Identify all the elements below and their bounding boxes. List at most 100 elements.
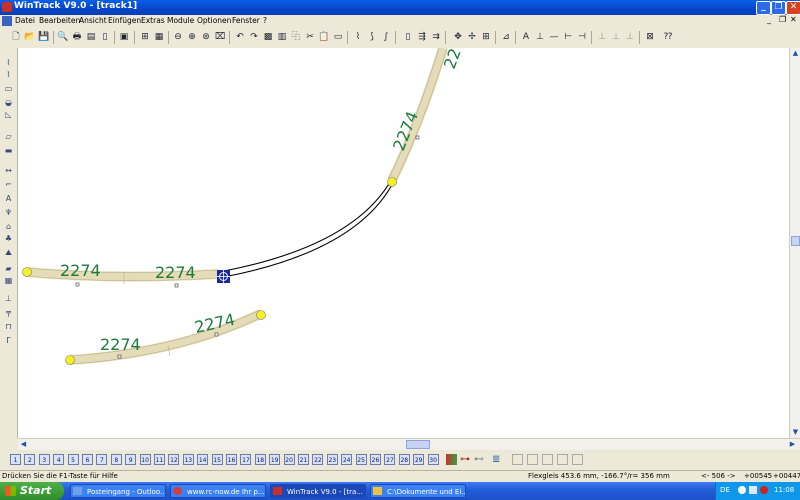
menu-einfuegen[interactable]: Einfügen [108,16,141,25]
module-button-16[interactable]: 16 [226,454,237,465]
module-button-11[interactable]: 11 [154,454,165,465]
vertical-scroll-thumb[interactable] [791,236,800,246]
scroll-down-arrow-icon[interactable]: ▼ [791,428,800,437]
curve-track-icon[interactable]: ⟆ [366,31,378,43]
open-folder-icon[interactable]: 📂 [24,31,36,43]
wagon-icon[interactable]: ⊷ [474,454,484,465]
flex-track-tool-icon[interactable]: ⌇ [3,58,14,67]
train-icon[interactable]: ⊶ [460,454,470,465]
platform-tool-icon[interactable]: ▬ [3,146,14,155]
page-icon[interactable]: ▯ [99,31,111,43]
zoom-all-icon[interactable]: ⌧ [214,31,226,43]
alert-icon[interactable] [760,486,768,494]
clipboard-icon[interactable]: ▭ [332,31,344,43]
group-icon[interactable]: ⊞ [480,31,492,43]
tree-tool-icon[interactable]: ♣ [3,234,14,243]
layers-icon[interactable] [446,454,457,465]
film-icon[interactable]: ▣ [118,31,130,43]
track-end-point[interactable] [65,355,75,365]
module-button-2[interactable]: 2 [24,454,36,465]
menu-optionen[interactable]: Optionen [197,16,231,25]
delete-icon[interactable]: ▩ [262,31,274,43]
module-button-14[interactable]: 14 [197,454,209,465]
box-tool-icon[interactable]: ▱ [3,132,14,141]
menu-help[interactable]: ? [263,16,267,25]
module-button-25[interactable]: 25 [355,454,367,465]
scroll-up-arrow-icon[interactable]: ▲ [791,49,800,58]
taskbar-item-explorer[interactable]: C:\Dokumente und Ei... [370,484,466,498]
mdi-restore-button[interactable]: ❐ [779,15,786,24]
join-icon[interactable]: ⇉ [430,31,442,43]
house-tool-icon[interactable]: ⌂ [3,222,14,231]
module-button-22[interactable]: 22 [312,454,324,465]
module-button-6[interactable]: 6 [82,454,93,465]
monitor-icon[interactable] [749,486,757,494]
module-button-26[interactable]: 26 [370,454,381,465]
cut-icon[interactable]: ✂ [304,31,316,43]
landscape-tool-icon[interactable]: ⛰ [3,248,14,257]
module-button-7[interactable]: 7 [96,454,108,465]
horizontal-scrollbar[interactable]: ◀ ▶ [18,438,800,450]
module-button-8[interactable]: 8 [110,454,122,465]
zoom-out-icon[interactable]: ⊖ [172,31,184,43]
module-button-27[interactable]: 27 [384,454,396,465]
copy-icon[interactable]: ⿻ [290,31,302,43]
picture-icon[interactable]: ▦ [153,31,165,43]
horizontal-scroll-thumb[interactable] [406,440,430,449]
move-cross-icon[interactable]: ✥ [452,31,464,43]
signal-icon[interactable]: ⊥ [534,31,546,43]
module-button-24[interactable]: 24 [341,454,353,465]
menu-fenster[interactable]: Fenster [232,16,260,25]
mdi-minimize-button[interactable]: _ [767,15,771,24]
tunnel-tool-icon[interactable]: Γ [3,336,14,345]
stairs-tool-icon[interactable]: ⌐ [3,180,14,189]
scroll-right-arrow-icon[interactable]: ▶ [788,440,797,449]
rotate-icon[interactable]: ✢ [466,31,478,43]
bend-icon[interactable]: ∫ [380,31,392,43]
module-button-29[interactable]: 29 [413,454,425,465]
module-button-10[interactable]: 10 [139,454,151,465]
module-button-28[interactable]: 28 [398,454,410,465]
turnout-icon[interactable]: ⊣ [576,31,588,43]
maximize-button[interactable]: ❐ [771,1,786,15]
vertical-scrollbar[interactable]: ▲ ▼ [789,48,800,438]
redo-icon[interactable]: ↷ [248,31,260,43]
selected-flex-track[interactable] [223,174,395,272]
module-button-4[interactable]: 4 [53,454,65,465]
module-button-9[interactable]: 9 [125,454,137,465]
module-button-23[interactable]: 23 [326,454,338,465]
module-button-12[interactable]: 12 [168,454,180,465]
module-button-20[interactable]: 20 [283,454,295,465]
module-button-13[interactable]: 13 [182,454,194,465]
undo-icon[interactable]: ↶ [234,31,246,43]
measure-tool-icon[interactable]: ↔ [3,166,14,175]
grid-icon[interactable]: ⊞ [139,31,151,43]
taskbar-item-wintrack[interactable]: WinTrack V9.0 - [tra... [270,484,366,498]
module-button-19[interactable]: 19 [269,454,281,465]
menu-extras[interactable]: Extras [141,16,165,25]
paste-icon[interactable]: 📋 [318,31,330,43]
copy-red-icon[interactable]: ▥ [276,31,288,43]
module-button-30[interactable]: 30 [427,454,439,465]
new-file-icon[interactable]: 🗋 [10,31,22,43]
pillar-tool-icon[interactable]: ╤ [3,308,14,317]
language-indicator[interactable]: DE [720,486,730,494]
print-preview-icon[interactable]: 🔍 [57,31,69,43]
module-button-1[interactable]: 1 [10,454,21,465]
text-tool-icon[interactable]: A [3,194,14,203]
flex-track-icon[interactable]: ⌇ [352,31,364,43]
minimize-button[interactable]: _ [756,1,771,15]
switch-icon[interactable]: ⊢ [562,31,574,43]
connect-icon[interactable]: ⇶ [416,31,428,43]
taskbar-item-outlook[interactable]: Posteingang - Outloo... [70,484,166,498]
track-end-point[interactable] [256,310,266,320]
slope-tool-icon[interactable]: ◺ [3,110,14,119]
curve-tool-icon[interactable]: ◒ [3,98,14,107]
zoom-window-icon[interactable]: ⊛ [200,31,212,43]
signal-tool-icon[interactable]: ♆ [3,208,14,217]
menu-ansicht[interactable]: Ansicht [79,16,107,25]
print-icon[interactable]: 🖶 [71,31,83,43]
terrain-tool-icon[interactable]: ▰ [3,264,14,273]
start-button[interactable]: Start [0,482,64,500]
menu-module[interactable]: Module [167,16,194,25]
